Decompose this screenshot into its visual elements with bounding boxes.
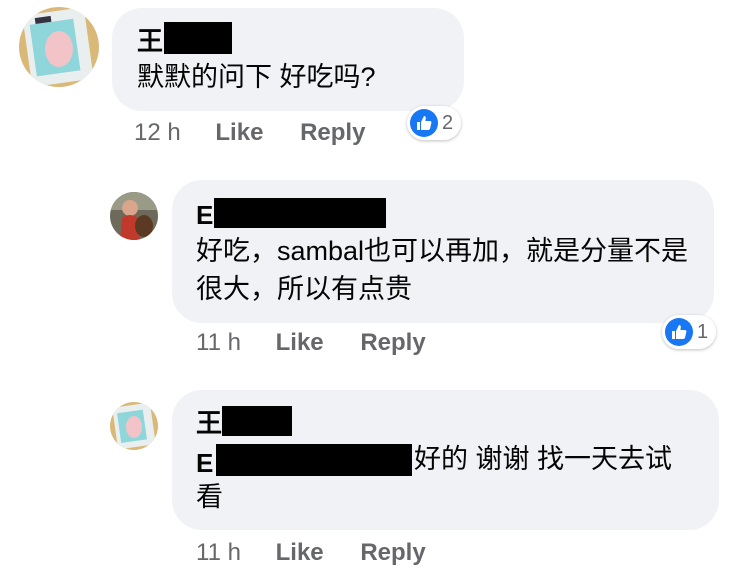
redacted-name	[222, 406, 292, 436]
comment-timestamp[interactable]: 11 h	[196, 539, 241, 566]
reaction-badge[interactable]: 2	[407, 106, 462, 140]
reaction-count: 1	[697, 320, 709, 343]
commenter-name[interactable]: 王	[137, 26, 163, 56]
redacted-name	[214, 198, 386, 228]
comment-bubble: 王 E 好的 谢谢 找一天去试看	[172, 390, 719, 530]
commenter-avatar[interactable]	[110, 402, 158, 450]
comment-timestamp[interactable]: 12 h	[134, 119, 181, 146]
thumbs-up-icon	[410, 109, 438, 137]
reply-button[interactable]: Reply	[360, 329, 425, 356]
like-button[interactable]: Like	[276, 539, 324, 566]
reply-button[interactable]: Reply	[300, 119, 365, 146]
reaction-badge[interactable]: 1	[662, 315, 717, 349]
comment-text: 好的 谢谢 找一天去试看	[196, 444, 673, 512]
comment-timestamp[interactable]: 11 h	[196, 329, 241, 356]
comment-bubble: E 好吃，sambal也可以再加，就是分量不是很大，所以有点贵	[172, 180, 714, 323]
commenter-avatar[interactable]	[19, 7, 99, 87]
commenter-name[interactable]: E	[196, 200, 213, 230]
like-button[interactable]: Like	[215, 119, 263, 146]
reaction-count: 2	[442, 111, 454, 134]
comment-actions: 11 h Like Reply	[196, 538, 426, 568]
thumbs-up-icon	[665, 318, 693, 346]
comment-actions: 12 h Like Reply	[134, 118, 365, 148]
comment-actions: 11 h Like Reply	[196, 328, 426, 358]
redacted-name	[164, 22, 232, 54]
comment-text: 默默的问下 好吃吗?	[137, 62, 376, 92]
commenter-name[interactable]: 王	[196, 408, 222, 438]
comment-bubble: 王 默默的问下 好吃吗?	[112, 8, 464, 111]
like-button[interactable]: Like	[276, 329, 324, 356]
reply-button[interactable]: Reply	[360, 539, 425, 566]
commenter-avatar[interactable]	[110, 192, 158, 240]
comment-text: 好吃，sambal也可以再加，就是分量不是很大，所以有点贵	[196, 236, 689, 304]
